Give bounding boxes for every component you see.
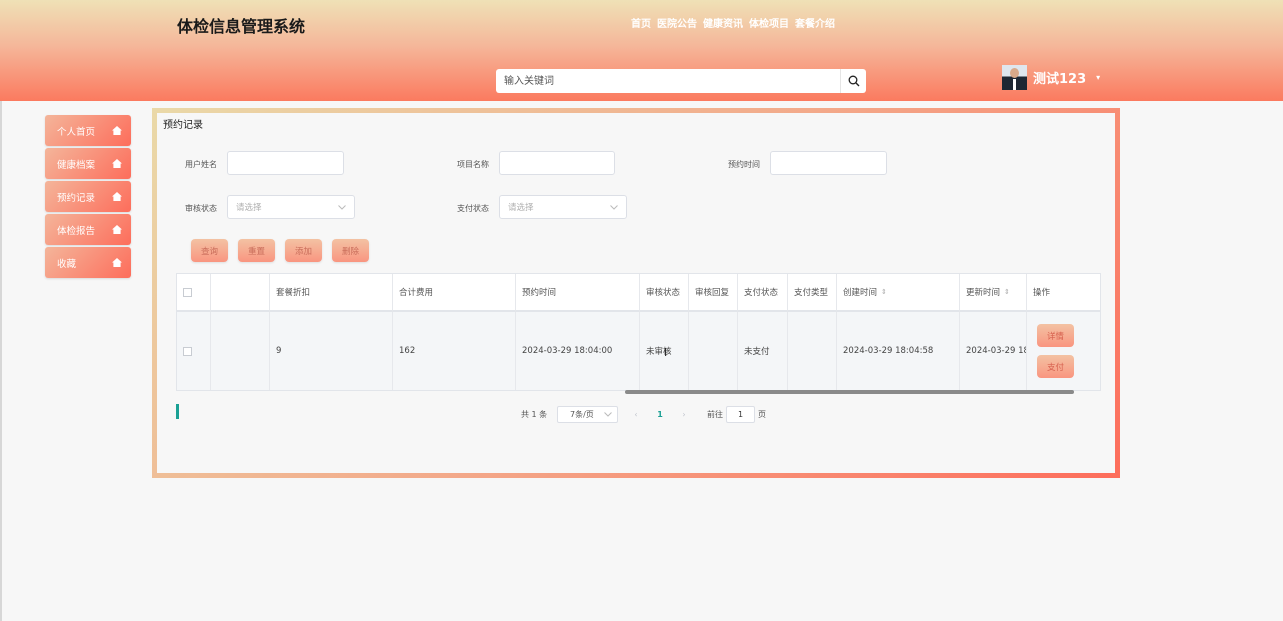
cell-pay-type [788, 312, 837, 390]
chevron-down-icon [604, 412, 612, 417]
text-cursor-icon: I [664, 346, 668, 359]
project-name-input[interactable] [499, 151, 615, 175]
nav-exam-items[interactable]: 体检项目 [749, 15, 789, 30]
audit-status-select[interactable]: 请选择 [227, 195, 355, 219]
page-size-value: 7条/页 [570, 410, 594, 419]
goto-page-input[interactable]: 1 [726, 406, 755, 423]
header-audit-reply: 审核回复 [689, 274, 738, 312]
page-size-select[interactable]: 7条/页 [557, 406, 618, 423]
goto-suffix: 页 [758, 410, 766, 419]
nav-home[interactable]: 首页 [631, 15, 651, 30]
sidebar-item-label: 预约记录 [57, 192, 96, 204]
add-button[interactable]: 添加 [285, 239, 322, 262]
sort-icon[interactable]: ⇕ [1004, 288, 1010, 296]
cell-audit-reply [689, 312, 738, 390]
header-pay-type: 支付类型 [788, 274, 837, 312]
nav-packages[interactable]: 套餐介绍 [795, 15, 835, 30]
top-nav: 首页 医院公告 健康资讯 体检项目 套餐介绍 [631, 15, 835, 30]
header-actions: 操作 [1027, 274, 1100, 312]
booking-time-input[interactable] [770, 151, 887, 175]
home-icon [112, 192, 122, 201]
sidebar-item-favorites[interactable]: 收藏 [45, 247, 131, 278]
chevron-down-icon [338, 204, 346, 210]
sidebar-item-label: 收藏 [57, 258, 77, 270]
user-name: 测试123 [1033, 72, 1087, 87]
checkbox[interactable] [183, 346, 192, 356]
chevron-down-icon [610, 204, 618, 210]
sidebar-item-label: 体检报告 [57, 225, 96, 237]
pagination-accent [176, 404, 179, 419]
sidebar: 个人首页 健康档案 预约记录 体检报告 收藏 [45, 115, 131, 280]
goto-prefix: 前往 [707, 410, 723, 419]
next-page-button[interactable]: › [676, 406, 692, 423]
project-name-label: 项目名称 [457, 160, 489, 169]
username-input[interactable] [227, 151, 344, 175]
detail-button[interactable]: 详情 [1037, 324, 1074, 347]
audit-status-label: 审核状态 [185, 204, 217, 213]
sidebar-item-health-record[interactable]: 健康档案 [45, 148, 131, 179]
checkbox[interactable] [183, 287, 192, 297]
horizontal-scrollbar[interactable] [625, 390, 1074, 394]
header-total: 合计费用 [393, 274, 516, 312]
sidebar-item-label: 健康档案 [57, 159, 96, 171]
header-select-all[interactable] [177, 274, 211, 312]
site-logo: 体检信息管理系统 [177, 17, 306, 36]
pay-status-select[interactable]: 请选择 [499, 195, 627, 219]
booking-table: 套餐折扣 合计费用 预约时间 审核状态 审核回复 支付状态 支付类型 创建时间 ⇕… [176, 273, 1101, 391]
audit-status-placeholder: 请选择 [236, 203, 262, 213]
header-pay-status: 支付状态 [738, 274, 788, 312]
query-button[interactable]: 查询 [191, 239, 228, 262]
search-icon [848, 75, 859, 87]
home-icon [112, 225, 122, 234]
top-header: 体检信息管理系统 首页 医院公告 健康资讯 体检项目 套餐介绍 测试123 ▾ [0, 0, 1283, 101]
search-button[interactable] [840, 69, 866, 93]
pay-status-placeholder: 请选择 [508, 203, 534, 213]
reset-button[interactable]: 重置 [238, 239, 275, 262]
pay-status-label: 支付状态 [457, 204, 489, 213]
cell-blank [211, 312, 270, 390]
nav-hospital-notice[interactable]: 医院公告 [657, 15, 697, 30]
sort-icon[interactable]: ⇕ [881, 288, 887, 296]
user-menu[interactable]: 测试123 ▾ [1002, 65, 1100, 90]
header-created-label: 创建时间 [843, 288, 878, 298]
caret-down-icon: ▾ [1096, 73, 1101, 82]
sidebar-item-home[interactable]: 个人首页 [45, 115, 131, 146]
home-icon [112, 159, 122, 168]
sidebar-item-reports[interactable]: 体检报告 [45, 214, 131, 245]
header-audit-status: 审核状态 [640, 274, 689, 312]
prev-page-button[interactable]: ‹ [628, 406, 644, 423]
cell-discount: 9 [270, 312, 393, 390]
avatar [1002, 65, 1027, 90]
header-discount: 套餐折扣 [270, 274, 393, 312]
pay-button[interactable]: 支付 [1037, 355, 1074, 378]
username-label: 用户姓名 [185, 160, 217, 169]
page-title: 预约记录 [163, 120, 203, 131]
current-page[interactable]: 1 [650, 406, 670, 423]
nav-health-news[interactable]: 健康资讯 [703, 15, 743, 30]
cell-total: 162 [393, 312, 516, 390]
sidebar-item-label: 个人首页 [57, 126, 96, 138]
pagination-total: 共 1 条 [521, 410, 548, 419]
cell-booking-time: 2024-03-29 18:04:00 [516, 312, 640, 390]
header-booking-time: 预约时间 [516, 274, 640, 312]
home-icon [112, 126, 122, 135]
search-input[interactable] [496, 69, 840, 93]
search-bar [496, 69, 866, 93]
delete-button[interactable]: 删除 [332, 239, 369, 262]
home-icon [112, 258, 122, 267]
cell-pay-status: 未支付 [738, 312, 788, 390]
header-updated-time[interactable]: 更新时间 ⇕ [960, 274, 1027, 312]
header-blank [211, 274, 270, 312]
header-created-time[interactable]: 创建时间 ⇕ [837, 274, 960, 312]
header-updated-label: 更新时间 [966, 288, 1001, 298]
booking-time-label: 预约时间 [728, 160, 760, 169]
cell-created-time: 2024-03-29 18:04:58 [837, 312, 960, 390]
cell-updated-time: 2024-03-29 18 [960, 312, 1027, 390]
sidebar-item-bookings[interactable]: 预约记录 [45, 181, 131, 212]
row-select[interactable] [177, 312, 211, 390]
